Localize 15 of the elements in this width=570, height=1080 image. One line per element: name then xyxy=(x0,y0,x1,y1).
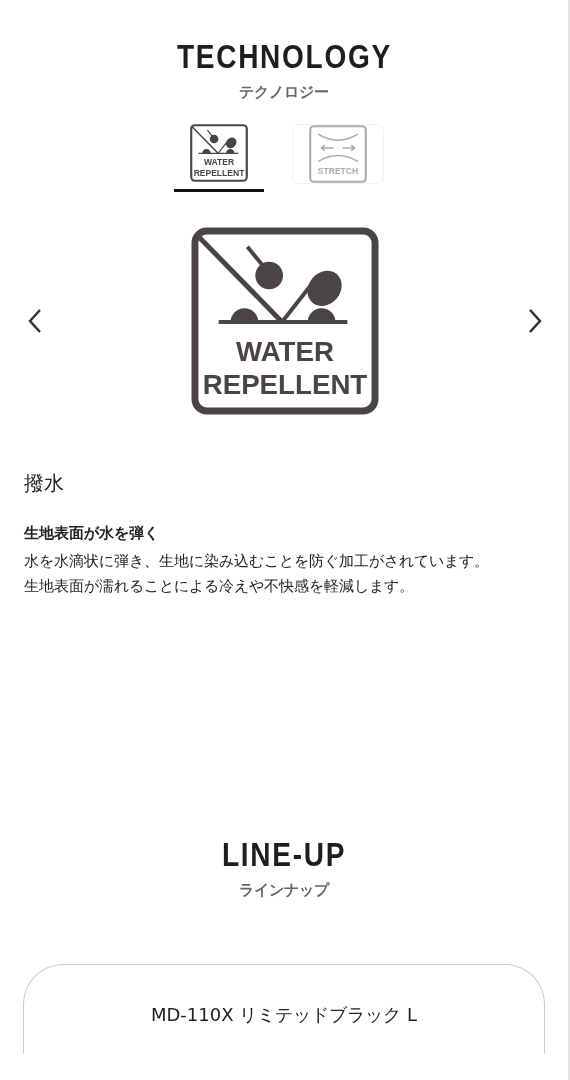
feature-name: 撥水 xyxy=(24,470,65,497)
water-repellent-icon: WATER REPELLENT xyxy=(190,124,248,182)
section-title: TECHNOLOGY xyxy=(176,37,392,77)
stretch-icon: STRETCH xyxy=(309,125,367,183)
section-subtitle: テクノロジー xyxy=(239,83,329,102)
next-button[interactable] xyxy=(528,308,542,334)
product-name: MD-110X リミテッドブラック L xyxy=(150,1003,417,1027)
technology-tab[interactable]: WATER REPELLENT xyxy=(174,124,264,192)
feature-description: 生地表面が濡れることによる冷えや不快感を軽減します。 xyxy=(24,577,415,596)
section-subtitle: ラインナップ xyxy=(239,881,329,900)
section-title: LINE-UP xyxy=(221,835,347,875)
water-repellent-icon: WATER REPELLENT xyxy=(191,227,379,415)
previous-button[interactable] xyxy=(28,308,42,334)
feature-description: 水を水滴状に弾き、生地に染み込むことを防ぐ加工がされています。 xyxy=(24,552,490,571)
feature-heading: 生地表面が水を弾く xyxy=(24,524,160,543)
